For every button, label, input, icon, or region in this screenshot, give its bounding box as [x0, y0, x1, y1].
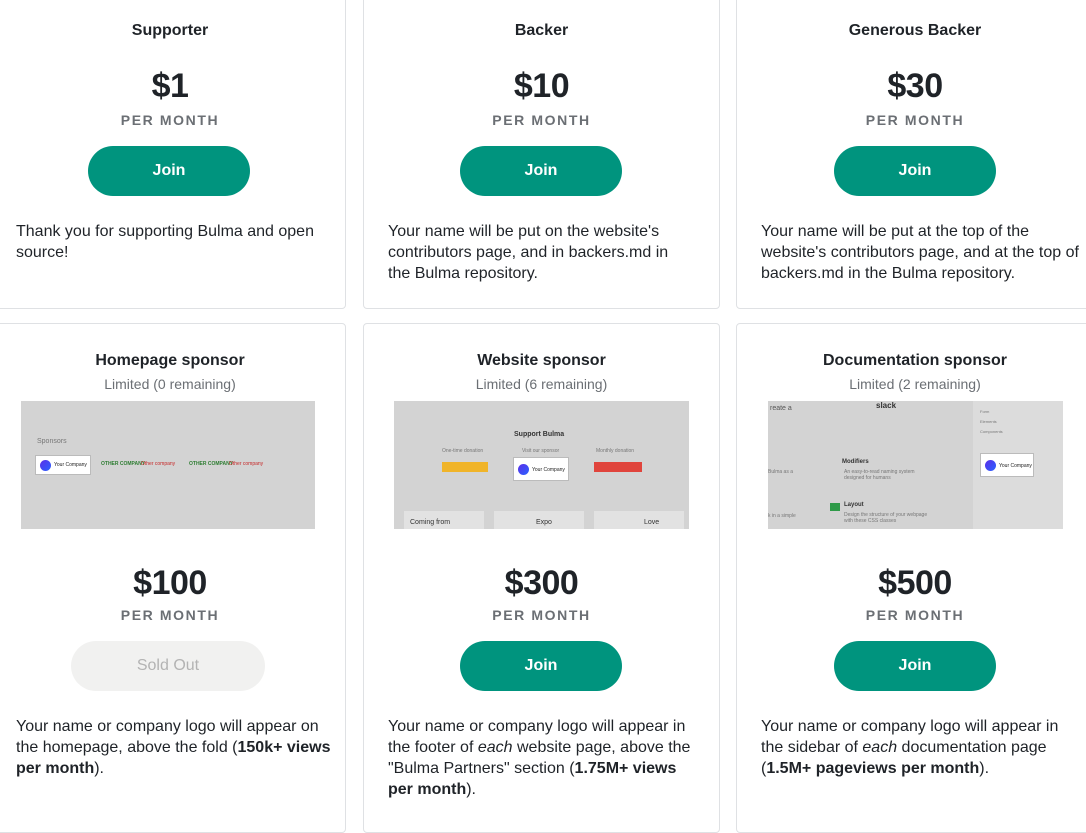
- tier-period: PER MONTH: [865, 112, 965, 128]
- join-button[interactable]: Join: [460, 641, 622, 691]
- tier-title: Supporter: [131, 22, 209, 39]
- tier-price: $300: [504, 564, 579, 602]
- homepage-sponsor-preview-image: Sponsors Your Company OTHER COMPANY Othe…: [21, 401, 315, 529]
- join-button[interactable]: Join: [88, 146, 250, 196]
- tier-availability: Limited (2 remaining): [849, 376, 981, 392]
- tier-period: PER MONTH: [120, 607, 220, 623]
- tier-price: $1: [151, 67, 189, 105]
- tier-description: Your name will be put on the website's c…: [388, 223, 669, 282]
- tier-price: $10: [513, 67, 570, 105]
- tier-availability: Limited (0 remaining): [104, 376, 236, 392]
- tier-card-supporter: Supporter $1 PER MONTH Join Thank you fo…: [0, 0, 346, 309]
- tier-availability: Limited (6 remaining): [475, 376, 608, 392]
- tier-period: PER MONTH: [492, 607, 591, 623]
- tier-price: $100: [133, 564, 207, 602]
- tier-card-backer: Backer $10 PER MONTH Join Your name will…: [363, 0, 720, 309]
- tier-period: PER MONTH: [865, 607, 965, 623]
- tier-card-website-sponsor: Website sponsor Limited (6 remaining) Su…: [363, 323, 720, 833]
- tier-description: Your name or company logo will appear on…: [16, 718, 331, 777]
- tier-description: Your name or company logo will appear in…: [761, 718, 1059, 777]
- tier-title: Backer: [514, 22, 569, 39]
- tier-description: Your name will be put at the top of the …: [761, 223, 1079, 282]
- join-button[interactable]: Join: [460, 146, 622, 196]
- join-button[interactable]: Join: [834, 146, 996, 196]
- join-button[interactable]: Join: [834, 641, 996, 691]
- tier-description: Thank you for supporting Bulma and open …: [16, 223, 314, 261]
- tier-title: Generous Backer: [848, 22, 982, 39]
- tier-card-generous-backer: Generous Backer $30 PER MONTH Join Your …: [736, 0, 1086, 309]
- tier-period: PER MONTH: [120, 112, 220, 128]
- tier-card-homepage-sponsor: Homepage sponsor Limited (0 remaining) S…: [0, 323, 346, 833]
- tier-price: $30: [887, 67, 943, 105]
- tier-title: Documentation sponsor: [822, 352, 1007, 369]
- tier-description: Your name or company logo will appear in…: [388, 718, 691, 798]
- tier-title: Homepage sponsor: [95, 352, 245, 369]
- tier-period: PER MONTH: [492, 112, 591, 128]
- tier-price: $500: [878, 564, 952, 602]
- documentation-sponsor-preview-image: reate a slack Modifiers An easy-to-read …: [768, 401, 1063, 529]
- tier-title: Website sponsor: [477, 352, 606, 369]
- website-sponsor-preview-image: Support Bulma One-time donation Visit ou…: [394, 401, 689, 529]
- sold-out-button[interactable]: Sold Out: [71, 641, 265, 691]
- tier-card-documentation-sponsor: Documentation sponsor Limited (2 remaini…: [736, 323, 1086, 833]
